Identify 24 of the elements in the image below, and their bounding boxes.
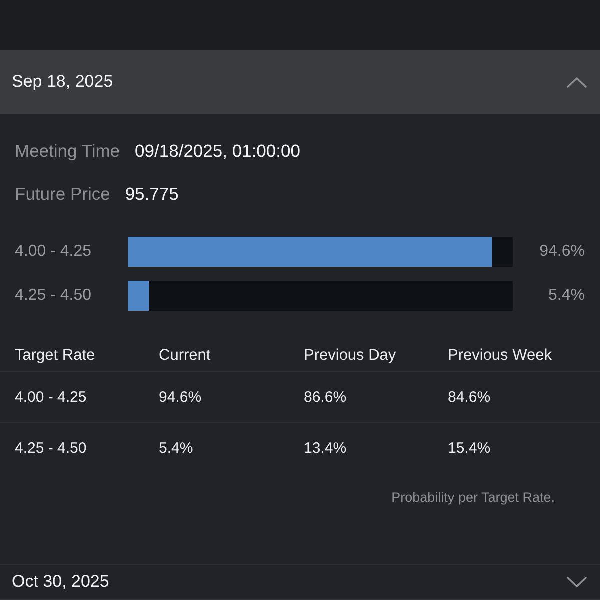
column-header: Previous Week (448, 346, 553, 364)
detail-label: Future Price (15, 184, 110, 204)
table-cell-text: 86.6% (304, 388, 348, 406)
rate-label: 4.00 - 4.25 (15, 243, 92, 261)
rate-label: 4.25 - 4.50 (15, 287, 92, 305)
table-cell-text: 13.4% (304, 440, 348, 456)
chevron-up-icon (567, 76, 587, 88)
column-header: Previous Day (304, 346, 398, 364)
column-header: Target Rate (15, 346, 96, 364)
section-header[interactable]: Sep 18, 2025 (0, 50, 600, 114)
detail-value: 09/18/2025, 01:00:00 (135, 140, 300, 162)
table-cell-text: 94.6% (159, 388, 203, 406)
column-header: Current (159, 346, 212, 364)
probability-reading: 94.6% (538, 243, 585, 261)
table-cell-text: 84.6% (448, 388, 492, 406)
table-cell-text: 5.4% (159, 440, 194, 456)
footnote-text: Probability per Target Rate. (392, 490, 555, 505)
detail-value: 95.775 (125, 184, 179, 204)
table-cell-text: 4.00 - 4.25 (15, 388, 88, 406)
detail-label: Meeting Time (15, 140, 120, 162)
probability-reading: 5.4% (548, 287, 585, 305)
table-cell-text: 4.25 - 4.50 (15, 440, 88, 456)
table-cell-text: 15.4% (448, 440, 492, 456)
chevron-down-icon (567, 576, 587, 588)
